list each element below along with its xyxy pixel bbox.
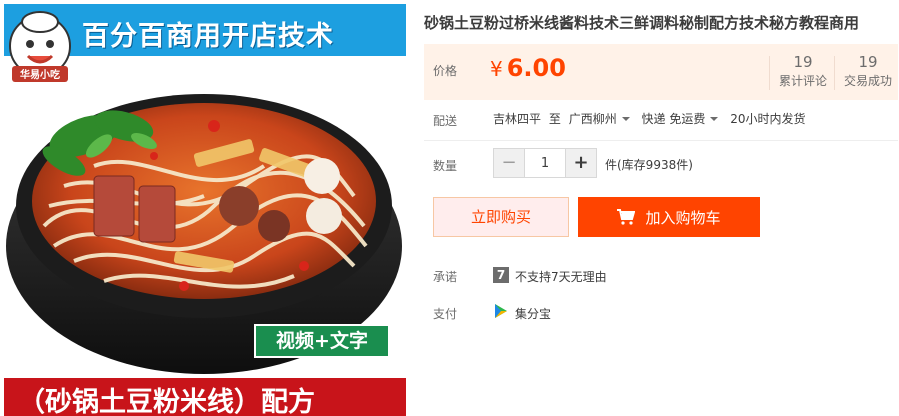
promise-label: 承诺 bbox=[433, 270, 458, 284]
delivery-row: 吉林四平 至 广西柳州 快递 免运费 20小时内发货 bbox=[493, 110, 805, 127]
image-bottom-banner: （砂锅土豆粉米线）配方 bbox=[4, 378, 406, 416]
stock-text: 件(库存9938件) bbox=[605, 158, 693, 172]
quantity-label: 数量 bbox=[433, 159, 458, 173]
product-title: 砂锅土豆粉过桥米线酱料技术三鲜调料秘制配方技术秘方教程商用 bbox=[424, 14, 860, 32]
mascot-text: 华易小吃 bbox=[20, 68, 60, 81]
shipping-method-text: 快递 免运费 bbox=[641, 112, 706, 126]
seven-day-icon: 7 bbox=[493, 267, 509, 283]
price-label: 价格 bbox=[433, 64, 458, 78]
quantity-input[interactable] bbox=[524, 149, 566, 177]
stat-transactions: 19 交易成功 bbox=[837, 52, 899, 90]
price-currency: ¥ bbox=[490, 57, 503, 81]
delivery-label: 配送 bbox=[433, 114, 458, 128]
ship-time: 20小时内发货 bbox=[730, 112, 806, 126]
section-divider bbox=[424, 140, 898, 141]
cart-icon bbox=[617, 209, 636, 225]
buy-now-button[interactable]: 立即购买 bbox=[433, 197, 569, 237]
chevron-down-icon bbox=[621, 116, 630, 121]
add-to-cart-button[interactable]: 加入购物车 bbox=[578, 197, 760, 237]
jifenbao-icon bbox=[495, 304, 507, 318]
quantity-increase-button[interactable]: + bbox=[566, 149, 596, 177]
payment-text[interactable]: 集分宝 bbox=[515, 305, 551, 322]
promise-text[interactable]: 不支持7天无理由 bbox=[515, 268, 607, 285]
product-image[interactable]: 百分百商用开店技术 华易小吃 视频+文字 （砂锅土豆粉米线）配方 bbox=[0, 0, 410, 416]
quantity-decrease-button[interactable]: − bbox=[494, 149, 524, 177]
stats-divider bbox=[769, 56, 770, 90]
mascot-logo: 华易小吃 bbox=[9, 11, 71, 82]
destination-text: 广西柳州 bbox=[568, 112, 617, 126]
chevron-down-icon bbox=[710, 116, 719, 121]
shipping-method-select[interactable]: 快递 免运费 bbox=[642, 110, 727, 127]
stat-reviews-count: 19 bbox=[793, 53, 813, 71]
stat-transactions-label: 交易成功 bbox=[843, 74, 892, 88]
ship-from: 吉林四平 bbox=[493, 112, 542, 126]
price-amount: 6.00 bbox=[506, 54, 566, 82]
ship-to-word: 至 bbox=[548, 112, 561, 126]
image-banner-text: 百分百商用开店技术 bbox=[82, 21, 334, 52]
quantity-stepper: − + bbox=[493, 148, 597, 178]
video-badge: 视频+文字 bbox=[254, 324, 390, 358]
price-panel: 价格 ¥6.00 19 累计评论 19 交易成功 bbox=[424, 44, 898, 100]
destination-select[interactable]: 广西柳州 bbox=[569, 110, 638, 127]
image-bottom-text: （砂锅土豆粉米线）配方 bbox=[18, 387, 315, 416]
stat-reviews[interactable]: 19 累计评论 bbox=[772, 52, 834, 90]
price-value: ¥6.00 bbox=[490, 54, 566, 82]
add-to-cart-label: 加入购物车 bbox=[645, 208, 721, 227]
payment-label: 支付 bbox=[433, 307, 458, 321]
stats-divider bbox=[834, 56, 835, 90]
stat-transactions-count: 19 bbox=[858, 53, 878, 71]
stat-reviews-label: 累计评论 bbox=[778, 74, 827, 88]
